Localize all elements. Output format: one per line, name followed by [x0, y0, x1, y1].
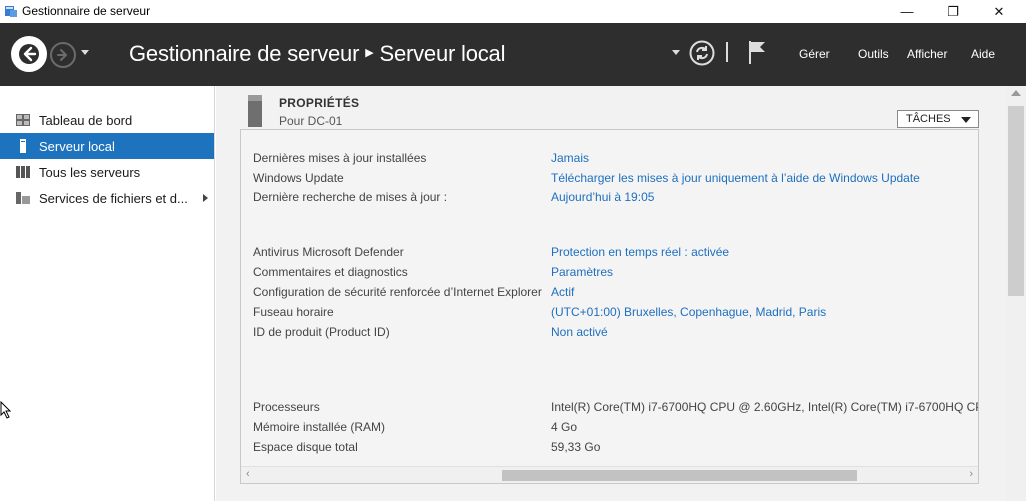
property-label: Windows Update — [253, 171, 344, 185]
notifications-flag-icon[interactable] — [746, 39, 768, 65]
header-divider — [726, 42, 728, 62]
menu-gerer[interactable]: Gérer — [799, 47, 830, 61]
horizontal-scroll-thumb[interactable] — [502, 470, 857, 481]
breadcrumb-current: Serveur local — [379, 41, 506, 66]
forward-button[interactable] — [50, 42, 76, 68]
vertical-scrollbar[interactable] — [1006, 86, 1026, 501]
menu-outils[interactable]: Outils — [858, 47, 889, 61]
property-row: Commentaires et diagnostics Paramètres — [253, 265, 973, 283]
property-label: Antivirus Microsoft Defender — [253, 245, 404, 259]
maximize-button[interactable]: ❐ — [930, 0, 976, 23]
close-button[interactable]: ✕ — [976, 0, 1022, 23]
sidebar-item-label: Services de fichiers et d... — [39, 190, 188, 206]
server-manager-app-icon — [5, 6, 17, 17]
property-row: Mémoire installée (RAM) 4 Go — [253, 420, 973, 438]
properties-server-icon — [248, 95, 262, 127]
breadcrumb-separator-icon: ▶ — [365, 46, 374, 59]
property-value-link[interactable]: Jamais — [551, 151, 589, 165]
sidebar-item-file-services[interactable]: Services de fichiers et d... — [0, 185, 214, 211]
scroll-right-icon[interactable]: › — [969, 468, 973, 480]
refresh-dropdown-icon[interactable] — [671, 49, 681, 57]
chevron-down-icon — [961, 117, 971, 123]
file-services-icon — [15, 190, 31, 206]
property-value: Intel(R) Core(TM) i7-6700HQ CPU @ 2.60GH… — [551, 400, 979, 414]
scroll-up-icon[interactable] — [1011, 90, 1021, 96]
property-row: Configuration de sécurité renforcée d’In… — [253, 285, 973, 303]
breadcrumb: Gestionnaire de serveur ▶ Serveur local — [129, 41, 505, 67]
expand-arrow-icon[interactable] — [203, 194, 208, 202]
property-value-link[interactable]: Aujourd’hui à 19:05 — [551, 190, 654, 204]
menu-afficher[interactable]: Afficher — [907, 47, 947, 61]
property-row: Antivirus Microsoft Defender Protection … — [253, 245, 973, 263]
property-label: Configuration de sécurité renforcée d’In… — [253, 285, 542, 299]
all-servers-icon — [15, 164, 31, 180]
minimize-button[interactable]: — — [884, 0, 930, 23]
forward-icon — [57, 49, 67, 61]
sidebar-item-local-server[interactable]: Serveur local — [0, 133, 214, 159]
main-content: PROPRIÉTÉS Pour DC-01 TÂCHES Dernières m… — [216, 86, 1006, 501]
property-label: ID de produit (Product ID) — [253, 325, 390, 339]
property-value: 4 Go — [551, 420, 578, 434]
mouse-cursor-icon — [0, 401, 12, 419]
tasks-label: TÂCHES — [906, 113, 951, 125]
property-label: Mémoire installée (RAM) — [253, 420, 386, 434]
property-label: Fuseau horaire — [253, 305, 334, 319]
properties-title: PROPRIÉTÉS — [279, 96, 360, 110]
sidebar-item-label: Tableau de bord — [39, 112, 133, 128]
property-row: Fuseau horaire (UTC+01:00) Bruxelles, Co… — [253, 305, 973, 323]
property-value-link[interactable]: Paramètres — [551, 265, 613, 279]
sidebar-item-label: Tous les serveurs — [39, 164, 141, 180]
properties-panel: Dernières mises à jour installées Jamais… — [240, 129, 979, 484]
properties-subtitle: Pour DC-01 — [279, 114, 343, 128]
property-value-link[interactable]: Protection en temps réel : activée — [551, 245, 729, 259]
property-value-link[interactable]: Non activé — [551, 325, 608, 339]
property-value: 59,33 Go — [551, 440, 601, 454]
property-row: Dernière recherche de mises à jour : Auj… — [253, 190, 973, 208]
property-row: ID de produit (Product ID) Non activé — [253, 325, 973, 343]
app-header: Gestionnaire de serveur ▶ Serveur local Gé… — [0, 23, 1026, 86]
horizontal-scrollbar[interactable]: ‹ › — [241, 466, 978, 483]
dashboard-icon — [15, 112, 31, 128]
scroll-left-icon[interactable]: ‹ — [246, 468, 250, 480]
window-titlebar: Gestionnaire de serveur — ❐ ✕ — [0, 0, 1026, 23]
property-label: Processeurs — [253, 400, 320, 414]
property-label: Dernière recherche de mises à jour : — [253, 190, 448, 204]
tasks-dropdown[interactable]: TÂCHES — [897, 110, 979, 128]
local-server-icon — [15, 138, 31, 154]
menu-aide[interactable]: Aide — [971, 47, 995, 61]
property-value-link[interactable]: Actif — [551, 285, 574, 299]
sidebar-item-all-servers[interactable]: Tous les serveurs — [0, 159, 214, 185]
sidebar-item-label: Serveur local — [39, 138, 115, 154]
property-row: Processeurs Intel(R) Core(TM) i7-6700HQ … — [253, 400, 978, 418]
property-label: Dernières mises à jour installées — [253, 151, 427, 165]
property-value-link[interactable]: Télécharger les mises à jour uniquement … — [551, 171, 920, 185]
property-row: Dernières mises à jour installées Jamais — [253, 151, 973, 169]
back-button[interactable] — [11, 36, 47, 72]
property-value-link[interactable]: (UTC+01:00) Bruxelles, Copenhague, Madri… — [551, 305, 826, 319]
sidebar-item-dashboard[interactable]: Tableau de bord — [0, 107, 214, 133]
refresh-icon[interactable] — [689, 40, 715, 66]
property-label: Espace disque total — [253, 440, 358, 454]
vertical-scroll-thumb[interactable] — [1008, 106, 1024, 296]
property-row: Windows Update Télécharger les mises à j… — [253, 171, 973, 189]
sidebar: Tableau de bord Serveur local Tous les s… — [0, 86, 215, 501]
breadcrumb-root[interactable]: Gestionnaire de serveur — [129, 41, 359, 66]
back-icon — [19, 44, 39, 64]
history-dropdown-icon[interactable] — [80, 49, 90, 57]
property-row: Espace disque total 59,33 Go — [253, 440, 973, 458]
property-label: Commentaires et diagnostics — [253, 265, 408, 279]
window-title: Gestionnaire de serveur — [22, 4, 151, 18]
